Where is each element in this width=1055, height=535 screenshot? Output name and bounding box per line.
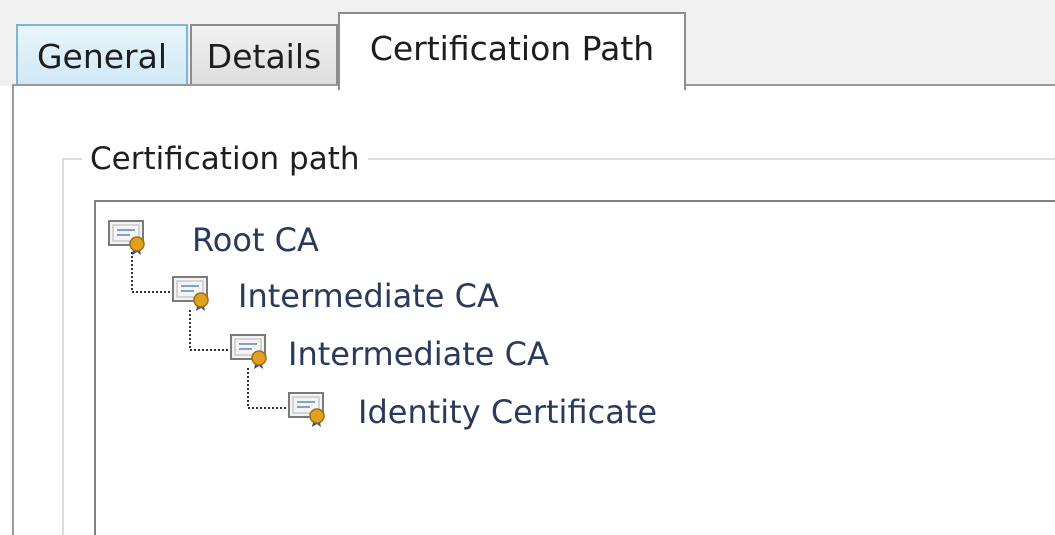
tree-node-intermediate-ca-2[interactable]: Intermediate CA bbox=[288, 334, 549, 374]
tree-connector-1 bbox=[131, 252, 172, 293]
tree-node-intermediate-ca-1[interactable]: Intermediate CA bbox=[238, 276, 499, 316]
tree-connector-3 bbox=[247, 368, 288, 409]
certificate-icon bbox=[108, 220, 145, 255]
tab-details-label: Details bbox=[206, 36, 322, 76]
tree-connector-2 bbox=[189, 310, 230, 351]
tab-general[interactable]: General bbox=[16, 24, 188, 86]
tree-node-root-ca[interactable]: Root CA bbox=[192, 220, 319, 260]
certificate-icon bbox=[230, 334, 267, 369]
tab-general-label: General bbox=[36, 36, 168, 76]
tree-node-identity-certificate[interactable]: Identity Certificate bbox=[358, 392, 657, 432]
certificate-icon bbox=[288, 392, 325, 427]
tab-certification-path[interactable]: Certification Path bbox=[338, 12, 686, 90]
certificate-dialog: General Details Certification Path Certi… bbox=[0, 0, 1055, 535]
groupbox-title: Certification path bbox=[82, 140, 368, 178]
tab-certification-path-label: Certification Path bbox=[369, 28, 655, 68]
tab-details[interactable]: Details bbox=[190, 24, 338, 86]
certificate-icon bbox=[172, 276, 209, 311]
